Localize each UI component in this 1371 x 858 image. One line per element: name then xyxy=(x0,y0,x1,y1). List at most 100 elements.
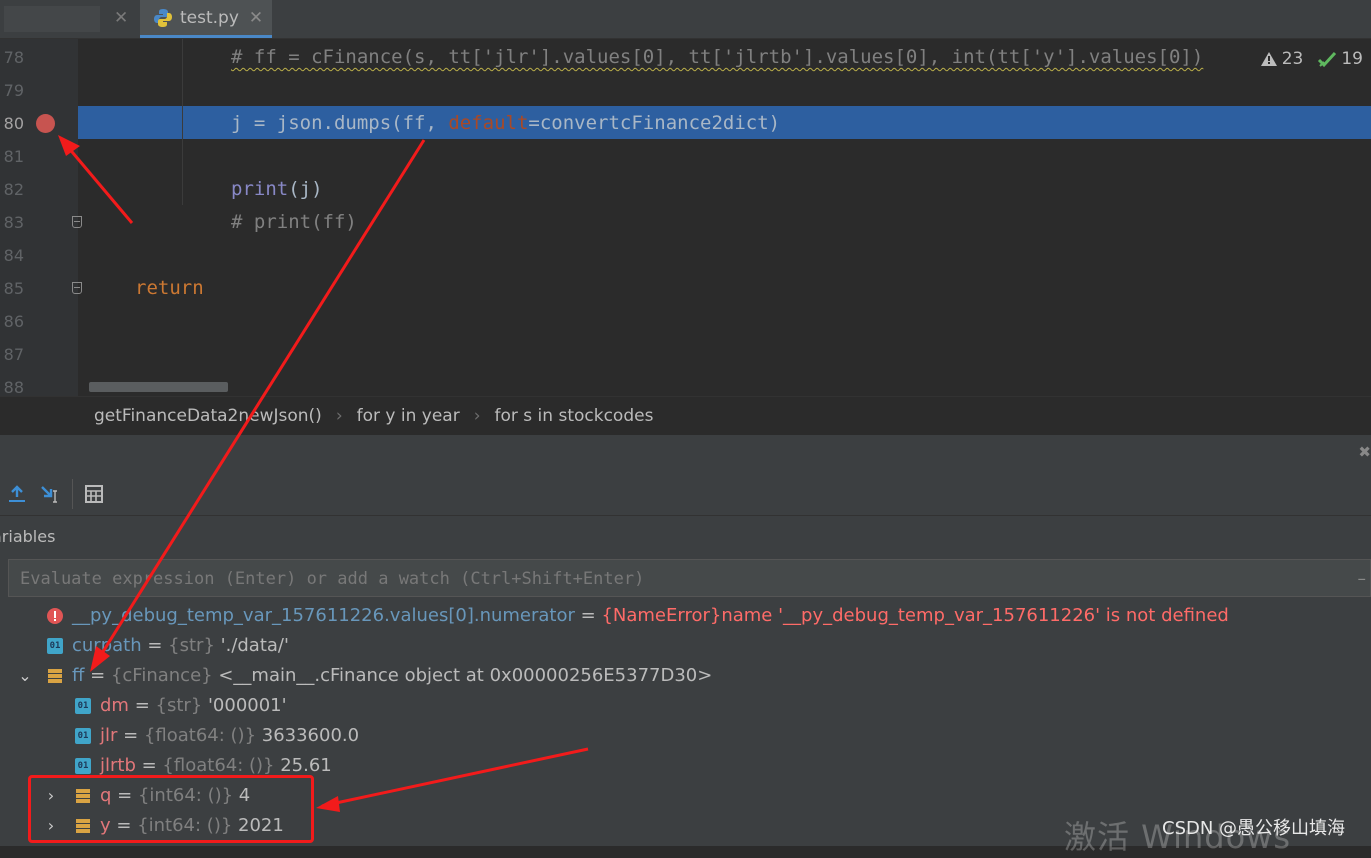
code-line-80[interactable]: j = json.dumps(ff, default=convertcFinan… xyxy=(231,107,780,140)
code-editor[interactable]: 78 79 80 81 82 83 84 85 86 87 88 # ff = … xyxy=(0,39,1371,396)
tab-test-py[interactable]: test.py ✕ xyxy=(140,0,272,38)
code-text: j = json.dumps(ff, xyxy=(231,112,449,134)
breadcrumb-item[interactable]: for y in year xyxy=(351,406,466,426)
error-icon xyxy=(47,608,63,624)
line-number: 87 xyxy=(3,345,24,364)
variable-name: __py_debug_temp_var_157611226.values[0].… xyxy=(72,605,575,626)
evaluate-expression-input[interactable]: Evaluate expression (Enter) or add a wat… xyxy=(8,559,1371,597)
annotation-highlight-box xyxy=(28,775,314,843)
evaluate-expression-button[interactable] xyxy=(77,477,111,511)
line-number: 88 xyxy=(3,378,24,396)
warning-icon xyxy=(1260,52,1277,66)
variable-eq: = xyxy=(141,635,169,656)
variable-name: jlrtb xyxy=(100,755,136,776)
eval-placeholder: Evaluate expression (Enter) or add a wat… xyxy=(20,569,645,589)
fold-icon[interactable] xyxy=(72,282,82,294)
close-icon[interactable]: ✕ xyxy=(249,8,263,28)
variable-type: {float64: ()} xyxy=(143,725,257,746)
code-line-85[interactable]: return xyxy=(135,272,204,305)
warning-count: 23 xyxy=(1281,49,1304,69)
line-number: 86 xyxy=(3,312,24,331)
toolbar-separator xyxy=(72,479,73,509)
breadcrumb-item[interactable]: for s in stockcodes xyxy=(489,406,660,426)
python-file-icon xyxy=(154,8,172,27)
code-keyword: return xyxy=(135,277,204,299)
fold-icon[interactable] xyxy=(72,216,82,228)
line-number: 78 xyxy=(3,48,24,67)
string-variable-icon xyxy=(47,638,63,654)
inspection-widget[interactable]: 23 19 xyxy=(1251,44,1371,74)
variable-eq: = xyxy=(128,695,156,716)
csdn-watermark: CSDN @愚公移山填海 xyxy=(1162,818,1346,839)
chevron-down-icon[interactable]: ⌄ xyxy=(17,661,33,691)
code-text: (j) xyxy=(288,178,323,200)
variable-value: {NameError}name '__py_debug_temp_var_157… xyxy=(601,605,1229,626)
breadcrumb-separator: › xyxy=(473,406,481,426)
close-icon[interactable]: ✕ xyxy=(114,8,128,28)
number-variable-icon xyxy=(75,728,91,744)
variable-row[interactable]: curpath = {str} './data/' xyxy=(0,631,1371,661)
indent-guide xyxy=(182,39,183,205)
code-line-78[interactable]: # ff = cFinance(s, tt['jlr'].values[0], … xyxy=(231,41,1203,74)
variable-eq: = xyxy=(84,665,111,686)
step-out-icon xyxy=(9,485,25,502)
code-comment: # print(ff) xyxy=(231,211,357,233)
variable-eq: = xyxy=(117,725,144,746)
object-variable-icon xyxy=(48,669,62,683)
breadcrumb-item[interactable]: getFinanceData2newJson() xyxy=(88,406,328,426)
code-line-83[interactable]: # print(ff) xyxy=(231,206,357,239)
variables-header: ariables xyxy=(0,515,1371,558)
breadcrumb-separator: › xyxy=(335,406,343,426)
variable-row[interactable]: ⌄ ff = {cFinance} <__main__.cFinance obj… xyxy=(0,661,1371,691)
close-icon[interactable]: ✖ xyxy=(1358,443,1371,461)
tab-label: test.py xyxy=(180,7,239,28)
blurred-tab-label xyxy=(4,6,100,32)
line-number: 82 xyxy=(3,180,24,199)
variable-row[interactable]: jlr = {float64: ()} 3633600.0 xyxy=(0,721,1371,751)
code-comment: # ff = cFinance(s, tt['jlr'].values[0], … xyxy=(231,46,1204,68)
variable-type: {float64: ()} xyxy=(162,755,275,776)
calculator-icon xyxy=(85,485,103,503)
variable-value: 25.61 xyxy=(274,755,332,776)
horizontal-scrollbar[interactable] xyxy=(89,382,228,392)
check-icon xyxy=(1318,51,1337,68)
code-line-82[interactable]: print(j) xyxy=(231,173,323,206)
run-to-cursor-icon xyxy=(41,486,57,503)
variable-name: ff xyxy=(72,665,85,686)
variable-name: curpath xyxy=(72,635,142,656)
code-param: default xyxy=(448,112,529,134)
variable-name: jlr xyxy=(100,725,118,746)
breakpoint-icon[interactable] xyxy=(36,114,55,133)
variable-eq: = xyxy=(574,605,602,626)
variable-type: {cFinance} xyxy=(110,665,213,686)
variables-title: ariables xyxy=(0,527,56,546)
line-number: 84 xyxy=(3,246,24,265)
variable-value: 3633600.0 xyxy=(256,725,360,746)
line-number: 83 xyxy=(3,213,24,232)
variable-value: <__main__.cFinance object at 0x00000256E… xyxy=(212,665,713,686)
variable-value: './data/' xyxy=(214,635,289,656)
variable-eq: = xyxy=(135,755,163,776)
run-to-cursor-button[interactable] xyxy=(34,477,68,511)
variable-row[interactable]: __py_debug_temp_var_157611226.values[0].… xyxy=(0,601,1371,631)
number-variable-icon xyxy=(75,758,91,774)
line-number: 85 xyxy=(3,279,24,298)
breadcrumb: getFinanceData2newJson() › for y in year… xyxy=(0,396,1371,436)
editor-tab-bar: ✕ test.py ✕ xyxy=(0,0,1371,39)
step-out-button[interactable] xyxy=(0,477,34,511)
variable-type: {str} xyxy=(155,695,203,716)
string-variable-icon xyxy=(75,698,91,714)
tab-previous-file[interactable]: ✕ xyxy=(0,0,138,38)
line-number: 79 xyxy=(3,81,24,100)
typo-count: 19 xyxy=(1341,49,1363,69)
dropdown-icon[interactable]: – xyxy=(1358,560,1367,598)
variable-value: '000001' xyxy=(202,695,287,716)
variable-name: dm xyxy=(100,695,129,716)
debug-toolbar xyxy=(0,475,1371,513)
code-builtin: print xyxy=(231,178,289,200)
code-text: =convertcFinance2dict) xyxy=(528,112,781,134)
variable-row[interactable]: dm = {str} '000001' xyxy=(0,691,1371,721)
variable-type: {str} xyxy=(168,635,215,656)
line-number: 80 xyxy=(3,114,24,133)
line-number: 81 xyxy=(3,147,24,166)
